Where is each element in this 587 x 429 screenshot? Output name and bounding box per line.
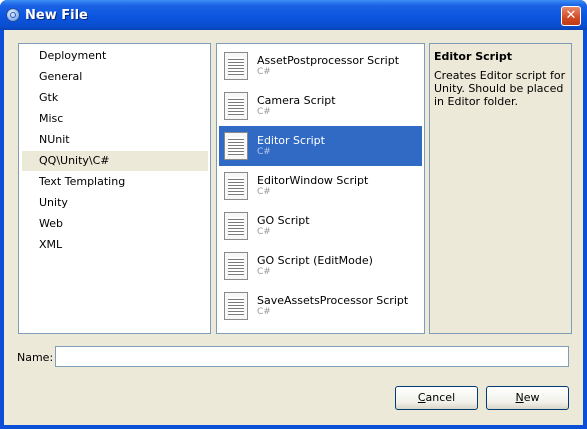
template-item-camera[interactable]: Camera Script C# [219, 86, 422, 126]
cancel-button[interactable]: Cancel [395, 386, 478, 410]
file-icon [224, 172, 248, 200]
template-name: GO Script (EditMode) [257, 254, 373, 267]
template-language: C# [257, 267, 271, 277]
description-panel: Editor Script Creates Editor script for … [429, 43, 572, 334]
description-text: Creates Editor script for Unity. Should … [434, 69, 566, 108]
category-item-general[interactable]: General [22, 67, 208, 87]
close-button[interactable]: ✕ [561, 6, 581, 26]
template-language: C# [257, 307, 271, 317]
category-item-web[interactable]: Web [22, 214, 208, 234]
cancel-mnemonic: C [417, 391, 426, 404]
template-name: EditorWindow Script [257, 174, 369, 187]
template-name: Editor Script [257, 134, 325, 147]
template-language: C# [257, 227, 271, 237]
new-label: ew [523, 391, 540, 404]
file-icon [224, 212, 248, 240]
template-language: C# [257, 67, 271, 77]
template-list: AssetPostprocessor Script C# Camera Scri… [216, 43, 425, 334]
category-list: Deployment General Gtk Misc NUnit QQ\Uni… [18, 43, 211, 334]
file-icon [224, 292, 248, 320]
template-language: C# [257, 147, 271, 157]
dialog-body: Deployment General Gtk Misc NUnit QQ\Uni… [4, 30, 583, 425]
template-name: AssetPostprocessor Script [257, 54, 400, 67]
category-item-deployment[interactable]: Deployment [22, 46, 208, 66]
template-item-saveassetsprocessor[interactable]: SaveAssetsProcessor Script C# [219, 286, 422, 326]
template-name: SaveAssetsProcessor Script [257, 294, 409, 307]
category-item-gtk[interactable]: Gtk [22, 88, 208, 108]
file-icon [224, 52, 248, 80]
title-bar[interactable]: New File ✕ [0, 0, 587, 30]
template-item-go-script[interactable]: GO Script C# [219, 206, 422, 246]
window-title: New File [25, 8, 88, 23]
new-file-dialog: New File ✕ Deployment General Gtk Misc N… [0, 0, 587, 429]
new-mnemonic: N [515, 391, 524, 404]
name-label: Name: [17, 351, 54, 364]
template-language: C# [257, 187, 271, 197]
template-item-assetpostprocessor[interactable]: AssetPostprocessor Script C# [219, 46, 422, 86]
template-name: Camera Script [257, 94, 336, 107]
category-item-unity[interactable]: Unity [22, 193, 208, 213]
template-name: GO Script [257, 214, 310, 227]
template-language: C# [257, 107, 271, 117]
file-icon [224, 92, 248, 120]
file-icon [224, 132, 248, 160]
new-button[interactable]: New [486, 386, 569, 410]
file-icon [224, 252, 248, 280]
template-item-editorwindow[interactable]: EditorWindow Script C# [219, 166, 422, 206]
category-item-misc[interactable]: Misc [22, 109, 208, 129]
template-item-editor[interactable]: Editor Script C# [219, 126, 422, 166]
cancel-label: ancel [425, 391, 456, 404]
category-item-xml[interactable]: XML [22, 235, 208, 255]
app-icon [6, 8, 20, 22]
category-item-qq-unity-csharp[interactable]: QQ\Unity\C# [22, 151, 208, 171]
category-item-nunit[interactable]: NUnit [22, 130, 208, 150]
category-item-text-templating[interactable]: Text Templating [22, 172, 208, 192]
window-frame-bottom [0, 425, 587, 429]
template-item-go-script-editmode[interactable]: GO Script (EditMode) C# [219, 246, 422, 286]
name-input[interactable] [55, 346, 569, 367]
description-title: Editor Script [434, 50, 512, 63]
